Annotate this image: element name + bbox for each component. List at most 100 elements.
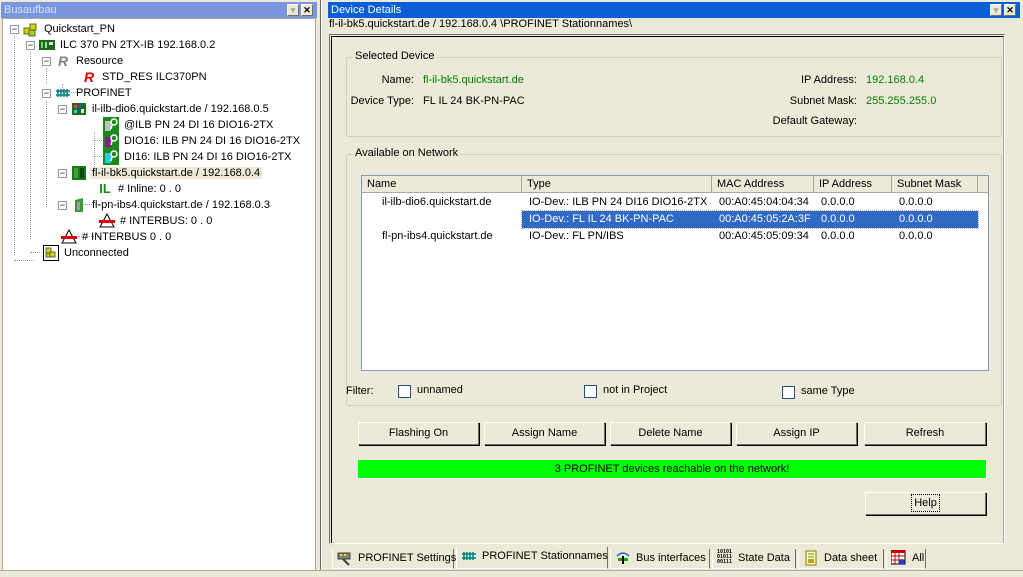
tab-all[interactable]: All xyxy=(886,549,926,569)
cell-subnet: 0.0.0.0 xyxy=(899,213,933,225)
tree-line xyxy=(46,68,47,84)
cell-ip: 0.0.0.0 xyxy=(821,230,855,242)
column-header-name[interactable]: Name xyxy=(362,176,522,193)
tree-node-bus-coupler[interactable]: fl-il-bk5.quickstart.de / 192.168.0.4 xyxy=(71,165,263,181)
tab-profinet-settings[interactable]: PROFINET Settings xyxy=(332,549,456,569)
tree-node-io-device-dio6[interactable]: il-ilb-dio6.quickstart.de / 192.168.0.5 xyxy=(71,101,271,117)
device-details-titlebar: Device Details ▾ ✕ xyxy=(328,2,1020,18)
assign-ip-button[interactable]: Assign IP xyxy=(736,422,857,445)
splitter[interactable] xyxy=(320,0,322,577)
panel-menu-button[interactable]: ▾ xyxy=(990,4,1002,16)
tree-line xyxy=(46,101,47,207)
cell-mac: 00:A0:45:05:09:34 xyxy=(719,230,809,242)
collapse-toggle[interactable]: − xyxy=(58,105,67,114)
bus-structure-panel: Busaufbau ▾ ✕ − Quickstart_PN − ILC 370 … xyxy=(0,0,318,577)
subnet-mask-value: 255.255.255.0 xyxy=(866,95,937,107)
bus-structure-titlebar: Busaufbau ▾ ✕ xyxy=(1,2,317,18)
module-icon xyxy=(103,117,119,134)
tree-node-module[interactable]: @ILB PN 24 DI 16 DIO16-2TX xyxy=(103,117,275,134)
binary-data-icon: 10101 01011 00111 xyxy=(717,549,733,566)
ip-address-label: IP Address: xyxy=(800,74,857,86)
name-label: Name: xyxy=(381,74,414,86)
table-row[interactable]: fl-pn-ibs4.quickstart.de IO-Dev.: FL PN/… xyxy=(362,228,978,245)
tab-profinet-stationnames[interactable]: PROFINET Stationnames xyxy=(456,547,608,569)
datasheet-icon xyxy=(803,550,819,566)
tree-line xyxy=(14,36,15,255)
column-header-subnet[interactable]: Subnet Mask xyxy=(892,176,978,193)
network-card-icon xyxy=(337,550,353,566)
tree-node-interbus[interactable]: # INTERBUS: 0 . 0 xyxy=(99,213,214,229)
controller-icon xyxy=(39,37,55,53)
cell-mac: 00:A0:45:04:04:34 xyxy=(719,196,809,208)
tab-state-data[interactable]: 10101 01011 00111 State Data xyxy=(712,549,796,569)
inline-icon: IL xyxy=(99,181,111,197)
filter-unnamed-checkbox[interactable] xyxy=(398,385,411,398)
refresh-button[interactable]: Refresh xyxy=(864,422,986,445)
help-button[interactable]: Help xyxy=(865,492,986,515)
profinet-icon xyxy=(461,548,477,564)
grid-icon xyxy=(890,549,907,566)
collapse-toggle[interactable]: − xyxy=(42,89,51,98)
cell-ip: 0.0.0.0 xyxy=(821,213,855,225)
cell-subnet: 0.0.0.0 xyxy=(899,230,933,242)
table-row-selected[interactable]: IO-Dev.: FL IL 24 BK-PN-PAC 00:A0:45:05:… xyxy=(521,210,979,229)
panel-close-button[interactable]: ✕ xyxy=(1004,4,1016,16)
module-icon xyxy=(103,133,119,150)
selected-device-group: Selected Device Name: fl-il-bk5.quicksta… xyxy=(346,50,1002,137)
tree-node-controller[interactable]: ILC 370 PN 2TX-IB 192.168.0.2 xyxy=(39,37,217,53)
collapse-toggle[interactable]: − xyxy=(26,41,35,50)
tree-node-module[interactable]: DI16: ILB PN 24 DI 16 DIO16-2TX xyxy=(103,149,294,166)
bus-coupler-icon xyxy=(71,165,87,181)
tree-line xyxy=(14,260,34,261)
device-type-value: FL IL 24 BK-PN-PAC xyxy=(423,95,525,107)
column-header-mac[interactable]: MAC Address xyxy=(712,176,814,193)
panel-menu-button[interactable]: ▾ xyxy=(287,4,299,16)
cell-ip: 0.0.0.0 xyxy=(821,196,855,208)
tab-bus-interfaces[interactable]: Bus interfaces xyxy=(610,549,710,569)
tab-data-sheet[interactable]: Data sheet xyxy=(798,549,884,569)
cell-type: IO-Dev.: FL IL 24 BK-PN-PAC xyxy=(529,213,674,225)
device-details-title: Device Details xyxy=(331,4,402,16)
delete-name-button[interactable]: Delete Name xyxy=(610,422,731,445)
column-header-type[interactable]: Type xyxy=(522,176,712,193)
column-header-ip[interactable]: IP Address xyxy=(814,176,892,193)
available-network-title: Available on Network xyxy=(353,147,461,159)
tree-node-unconnected[interactable]: Unconnected xyxy=(43,245,131,262)
panel-close-button[interactable]: ✕ xyxy=(301,4,313,16)
collapse-toggle[interactable]: − xyxy=(58,201,67,210)
bus-tree[interactable]: − Quickstart_PN − ILC 370 PN 2TX-IB 192.… xyxy=(2,18,316,574)
flashing-on-button[interactable]: Flashing On xyxy=(358,422,479,445)
network-device-list[interactable]: Name Type MAC Address IP Address Subnet … xyxy=(361,175,989,371)
tree-node-interbus[interactable]: # INTERBUS 0 . 0 xyxy=(61,229,173,245)
interbus-icon xyxy=(99,213,115,229)
filter-not-in-project-checkbox[interactable] xyxy=(584,385,597,398)
collapse-toggle[interactable]: − xyxy=(42,57,51,66)
cell-type: IO-Dev.: ILB PN 24 DI16 DIO16-2TX xyxy=(529,196,708,208)
cell-type: IO-Dev.: FL PN/IBS xyxy=(529,230,624,242)
tree-node-module[interactable]: DIO16: ILB PN 24 DI 16 DIO16-2TX xyxy=(103,133,302,150)
subnet-mask-label: Subnet Mask: xyxy=(789,95,857,107)
default-gateway-label: Default Gateway: xyxy=(772,115,857,127)
unconnected-icon xyxy=(43,245,59,262)
collapse-toggle[interactable]: − xyxy=(58,169,67,178)
assign-name-button[interactable]: Assign Name xyxy=(484,422,605,445)
filter-same-type-checkbox[interactable] xyxy=(782,386,795,399)
tree-node-proxy[interactable]: fl-pn-ibs4.quickstart.de / 192.168.0.3 xyxy=(71,197,272,213)
proxy-icon xyxy=(71,197,87,213)
filter-label: Filter: xyxy=(346,385,374,397)
tree-node-std-resource[interactable]: R STD_RES ILC370PN xyxy=(81,69,209,85)
collapse-toggle[interactable]: − xyxy=(10,25,19,34)
filter-not-in-project-label: not in Project xyxy=(603,384,668,396)
content-frame: Selected Device Name: fl-il-bk5.quicksta… xyxy=(329,34,1005,544)
ip-address-value: 192.168.0.4 xyxy=(866,74,925,86)
tree-node-profinet[interactable]: PROFINET xyxy=(55,85,134,101)
status-bar: 3 PROFINET devices reachable on the netw… xyxy=(358,460,987,479)
tree-node-project[interactable]: Quickstart_PN xyxy=(23,21,117,37)
tree-node-resource[interactable]: R Resource xyxy=(55,53,125,69)
bus-interface-icon xyxy=(615,550,631,566)
device-type-label: Device Type: xyxy=(350,95,414,107)
tree-node-inline[interactable]: IL # Inline: 0 . 0 xyxy=(97,181,183,197)
interbus-icon xyxy=(61,229,77,245)
table-row[interactable]: il-ilb-dio6.quickstart.de IO-Dev.: ILB P… xyxy=(362,194,978,211)
filter-same-type-label: same Type xyxy=(801,385,855,397)
